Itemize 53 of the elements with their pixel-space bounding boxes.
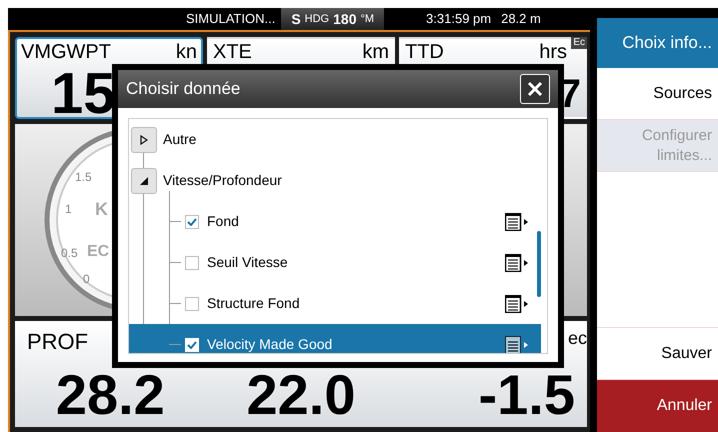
tree-row[interactable]: Structure Fond (129, 283, 541, 324)
expand-toggle[interactable] (131, 168, 157, 194)
time-label: 3:31:59 pm (426, 10, 492, 28)
tree-item-label: Velocity Made Good (207, 335, 334, 353)
unit-label: kn (176, 41, 197, 65)
expand-toggle[interactable] (131, 126, 157, 152)
cancel-button[interactable]: Annuler (597, 380, 718, 432)
check-icon (187, 340, 197, 348)
heading-prefix: S (291, 10, 301, 28)
tree-item-label[interactable]: Autre (163, 129, 196, 150)
data-list-icon (505, 212, 529, 230)
tick-label: 1 (65, 201, 72, 218)
data-list-icon (505, 294, 529, 312)
data-label: PROF (27, 328, 88, 356)
checkbox[interactable] (185, 256, 199, 270)
data-label: XTE (213, 41, 252, 65)
data-label: VMGWPT (21, 41, 111, 65)
close-button[interactable] (520, 74, 550, 104)
data-list-icon (505, 254, 529, 272)
scrollbar-thumb[interactable] (537, 231, 541, 297)
tree-row[interactable]: Velocity Made Good (129, 324, 541, 353)
menu-header: Choix info... (597, 18, 718, 68)
collapsed-triangle-icon (140, 134, 148, 144)
tree-item-label: Fond (207, 212, 240, 231)
data-value: 15 (51, 71, 116, 117)
tick-label: 1.5 (75, 169, 92, 186)
tree-item-label: Seuil Vitesse (207, 253, 289, 272)
tick-label: 0.5 (61, 245, 78, 262)
gauge-label: EC (87, 242, 110, 262)
heading-label: HDG (304, 12, 330, 27)
data-value: 22.0 (246, 369, 356, 421)
unit-label: hrs (539, 41, 567, 65)
data-value: -1.5 (478, 369, 575, 421)
tick-label: 0 (83, 271, 90, 288)
tree-item-label: Structure Fond (207, 294, 301, 313)
tree-row[interactable]: Seuil Vitesse (129, 242, 541, 283)
tree-item-label[interactable]: Vitesse/Profondeur (163, 170, 282, 191)
data-label: ec (568, 327, 587, 350)
checkbox[interactable] (185, 214, 199, 228)
depth-label: 28.2 m (501, 10, 541, 28)
data-value: 28.2 (56, 369, 165, 421)
heading-value: 180 (333, 10, 356, 28)
tree-row[interactable]: Fond (129, 201, 541, 242)
gauge-unit: K (95, 198, 108, 221)
close-icon (527, 81, 543, 97)
corner-badge: Ec (571, 37, 587, 49)
expanded-triangle-icon (140, 176, 148, 184)
data-label: TTD (405, 41, 444, 65)
check-icon (187, 218, 197, 226)
unit-label: km (362, 41, 389, 65)
checkbox[interactable] (185, 296, 199, 310)
heading-unit: °M (360, 12, 374, 27)
mode-label: SIMULATION... (185, 10, 276, 28)
